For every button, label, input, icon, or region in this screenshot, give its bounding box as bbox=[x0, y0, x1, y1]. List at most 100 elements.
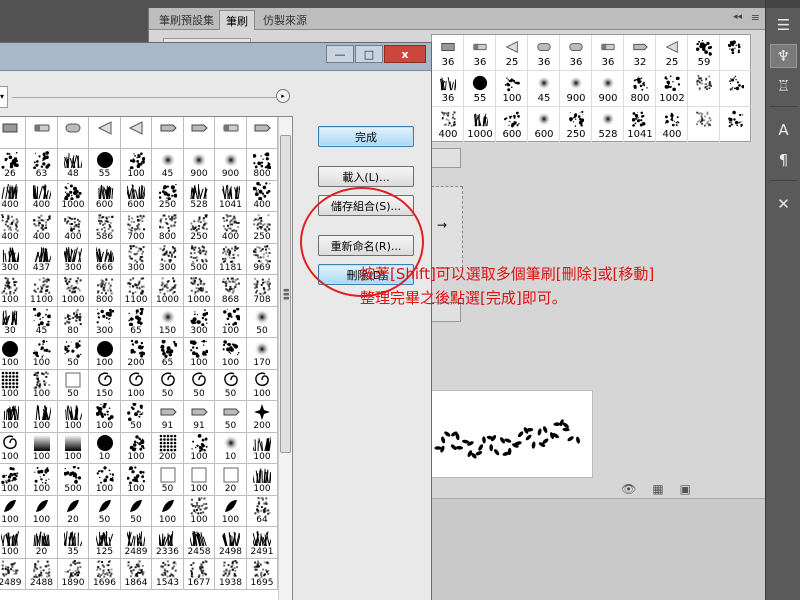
panel-brush-cell[interactable]: 250 bbox=[560, 107, 592, 143]
brush-preset-cell[interactable]: 700 bbox=[120, 211, 152, 244]
brush-preset-cell[interactable]: 2336 bbox=[151, 526, 184, 559]
brush-preset-cell[interactable]: 100 bbox=[120, 432, 152, 464]
brush-preset-cell[interactable]: 50 bbox=[151, 369, 184, 401]
brush-preset-cell[interactable]: 500 bbox=[57, 463, 89, 496]
brush-preset-cell[interactable]: 150 bbox=[151, 306, 184, 338]
brush-preset-cell[interactable]: 20 bbox=[25, 526, 58, 559]
clone-source-icon[interactable]: ♖ bbox=[770, 74, 797, 98]
brush-preset-cell[interactable] bbox=[25, 117, 58, 149]
tools-icon[interactable]: ✕ bbox=[770, 192, 797, 216]
brush-preset-cell[interactable]: 1000 bbox=[151, 274, 184, 307]
brush-preset-cell[interactable] bbox=[57, 117, 89, 149]
brush-preset-cell[interactable]: 80 bbox=[57, 306, 89, 338]
panel-brush-cell[interactable]: 400 bbox=[656, 107, 688, 143]
brush-preset-cell[interactable]: 100 bbox=[57, 432, 89, 464]
brush-preset-cell[interactable]: 528 bbox=[183, 180, 215, 212]
brush-preset-cell[interactable]: 2488 bbox=[25, 558, 58, 590]
brush-preset-cell[interactable] bbox=[183, 117, 215, 149]
panel-brush-cell[interactable]: 45 bbox=[528, 71, 560, 107]
brush-preset-cell[interactable]: 1696 bbox=[88, 558, 121, 590]
brush-preset-cell[interactable]: 300 bbox=[57, 243, 89, 275]
maximize-button[interactable]: □ bbox=[355, 45, 383, 63]
brush-preset-cell[interactable]: 100 bbox=[183, 463, 215, 496]
brush-preset-cell[interactable]: 1938 bbox=[214, 558, 247, 590]
brush-preset-cell[interactable]: 45 bbox=[151, 148, 184, 181]
brush-preset-cell[interactable]: 300 bbox=[0, 243, 26, 275]
brush-preset-cell[interactable]: 2491 bbox=[246, 526, 278, 559]
brush-preset-cell[interactable]: 1000 bbox=[57, 274, 89, 307]
brush-preset-cell[interactable]: 100 bbox=[88, 400, 121, 433]
grid-scrollbar[interactable]: ▬ ▬ ▬ bbox=[278, 117, 292, 600]
panel-brush-cell[interactable] bbox=[688, 71, 720, 107]
brush-preset-cell[interactable]: 100 bbox=[0, 432, 26, 464]
brush-preset-cell[interactable]: 100 bbox=[183, 337, 215, 370]
brush-preset-cell[interactable]: 100 bbox=[25, 432, 58, 464]
brush-preset-cell[interactable]: 100 bbox=[0, 337, 26, 370]
brush-preset-cell[interactable]: 1890 bbox=[57, 558, 89, 590]
tab-brush[interactable]: 筆刷 bbox=[219, 10, 255, 30]
panel-brush-cell[interactable]: 600 bbox=[528, 107, 560, 143]
panel-brush-cell[interactable]: 800 bbox=[624, 71, 656, 107]
tab-brush-presets[interactable]: 筆刷預設集 bbox=[153, 10, 220, 30]
brush-preset-cell[interactable]: 2458 bbox=[183, 526, 215, 559]
brush-preset-cell[interactable]: 100 bbox=[120, 369, 152, 401]
brush-preset-cell[interactable]: 1677 bbox=[183, 558, 215, 590]
brush-panel-icon[interactable]: ☰ bbox=[770, 13, 797, 37]
collapse-icon[interactable]: ◂◂ bbox=[733, 12, 742, 22]
brush-preset-cell[interactable]: 1100 bbox=[120, 274, 152, 307]
panel-brush-cell[interactable]: 1000 bbox=[464, 107, 496, 143]
brush-preset-cell[interactable]: 708 bbox=[246, 274, 278, 307]
brush-preset-cell[interactable]: 2498 bbox=[214, 526, 247, 559]
brush-preset-cell[interactable]: 100 bbox=[25, 337, 58, 370]
brush-preset-cell[interactable]: 1864 bbox=[120, 558, 152, 590]
brush-preset-cell[interactable]: 100 bbox=[57, 400, 89, 433]
panel-brush-cell[interactable]: 528 bbox=[592, 107, 624, 143]
brush-preset-cell[interactable]: 65 bbox=[151, 337, 184, 370]
brush-preset-cell[interactable]: 200 bbox=[246, 400, 278, 433]
brush-preset-cell[interactable]: 100 bbox=[25, 400, 58, 433]
brush-preset-cell[interactable]: 1000 bbox=[183, 274, 215, 307]
brush-preset-cell[interactable]: 63 bbox=[25, 148, 58, 181]
panel-menu-icon[interactable]: ≡ bbox=[751, 11, 760, 24]
brush-preset-cell[interactable]: 100 bbox=[25, 369, 58, 401]
brush-preset-cell[interactable]: 100 bbox=[0, 369, 26, 401]
panel-brush-cell[interactable]: 36 bbox=[560, 35, 592, 71]
brush-preset-cell[interactable]: 35 bbox=[57, 526, 89, 559]
brush-preset-cell[interactable]: 900 bbox=[183, 148, 215, 181]
brush-preset-cell[interactable]: 100 bbox=[0, 400, 26, 433]
brush-preset-cell[interactable]: 1000 bbox=[57, 180, 89, 212]
brush-preset-cell[interactable]: 91 bbox=[151, 400, 184, 433]
brush-preset-cell[interactable]: 125 bbox=[88, 526, 121, 559]
panel-brush-cell[interactable]: 25 bbox=[656, 35, 688, 71]
brush-preset-cell[interactable]: 250 bbox=[183, 211, 215, 244]
brush-preset-cell[interactable]: 1181 bbox=[214, 243, 247, 275]
brush-preset-cell[interactable]: 500 bbox=[183, 243, 215, 275]
tab-clone-source[interactable]: 仿製來源 bbox=[257, 10, 313, 30]
brush-preset-cell[interactable]: 55 bbox=[88, 148, 121, 181]
new-preset-icon[interactable]: ▣ bbox=[680, 482, 691, 496]
brush-preset-cell[interactable]: 868 bbox=[214, 274, 247, 307]
brush-preset-cell[interactable]: 100 bbox=[25, 495, 58, 527]
brush-preset-cell[interactable]: 600 bbox=[120, 180, 152, 212]
panel-brush-cell[interactable]: 36 bbox=[528, 35, 560, 71]
panel-brush-cell[interactable]: 1041 bbox=[624, 107, 656, 143]
done-button[interactable]: 完成 bbox=[318, 126, 414, 147]
brush-preset-cell[interactable]: 100 bbox=[214, 495, 247, 527]
brush-preset-cell[interactable]: 300 bbox=[183, 306, 215, 338]
panel-brush-cell[interactable] bbox=[720, 107, 752, 143]
brush-preset-cell[interactable]: 2489 bbox=[0, 558, 26, 590]
brush-preset-cell[interactable]: 400 bbox=[0, 180, 26, 212]
brush-preset-cell[interactable]: 400 bbox=[246, 180, 278, 212]
brush-preset-cell[interactable]: 48 bbox=[57, 148, 89, 181]
brush-preset-cell[interactable]: 50 bbox=[57, 337, 89, 370]
brush-preset-cell[interactable]: 10 bbox=[88, 432, 121, 464]
brush-preset-cell[interactable]: 300 bbox=[151, 243, 184, 275]
panel-brush-cell[interactable] bbox=[688, 107, 720, 143]
brush-preset-cell[interactable]: 50 bbox=[183, 369, 215, 401]
brush-preset-cell[interactable]: 100 bbox=[214, 337, 247, 370]
brush-preset-cell[interactable] bbox=[120, 117, 152, 149]
panel-brush-cell[interactable]: 900 bbox=[592, 71, 624, 107]
panel-brush-cell[interactable]: 1002 bbox=[656, 71, 688, 107]
brush-preset-cell[interactable]: 100 bbox=[214, 306, 247, 338]
brush-preset-cell[interactable]: 20 bbox=[214, 463, 247, 496]
